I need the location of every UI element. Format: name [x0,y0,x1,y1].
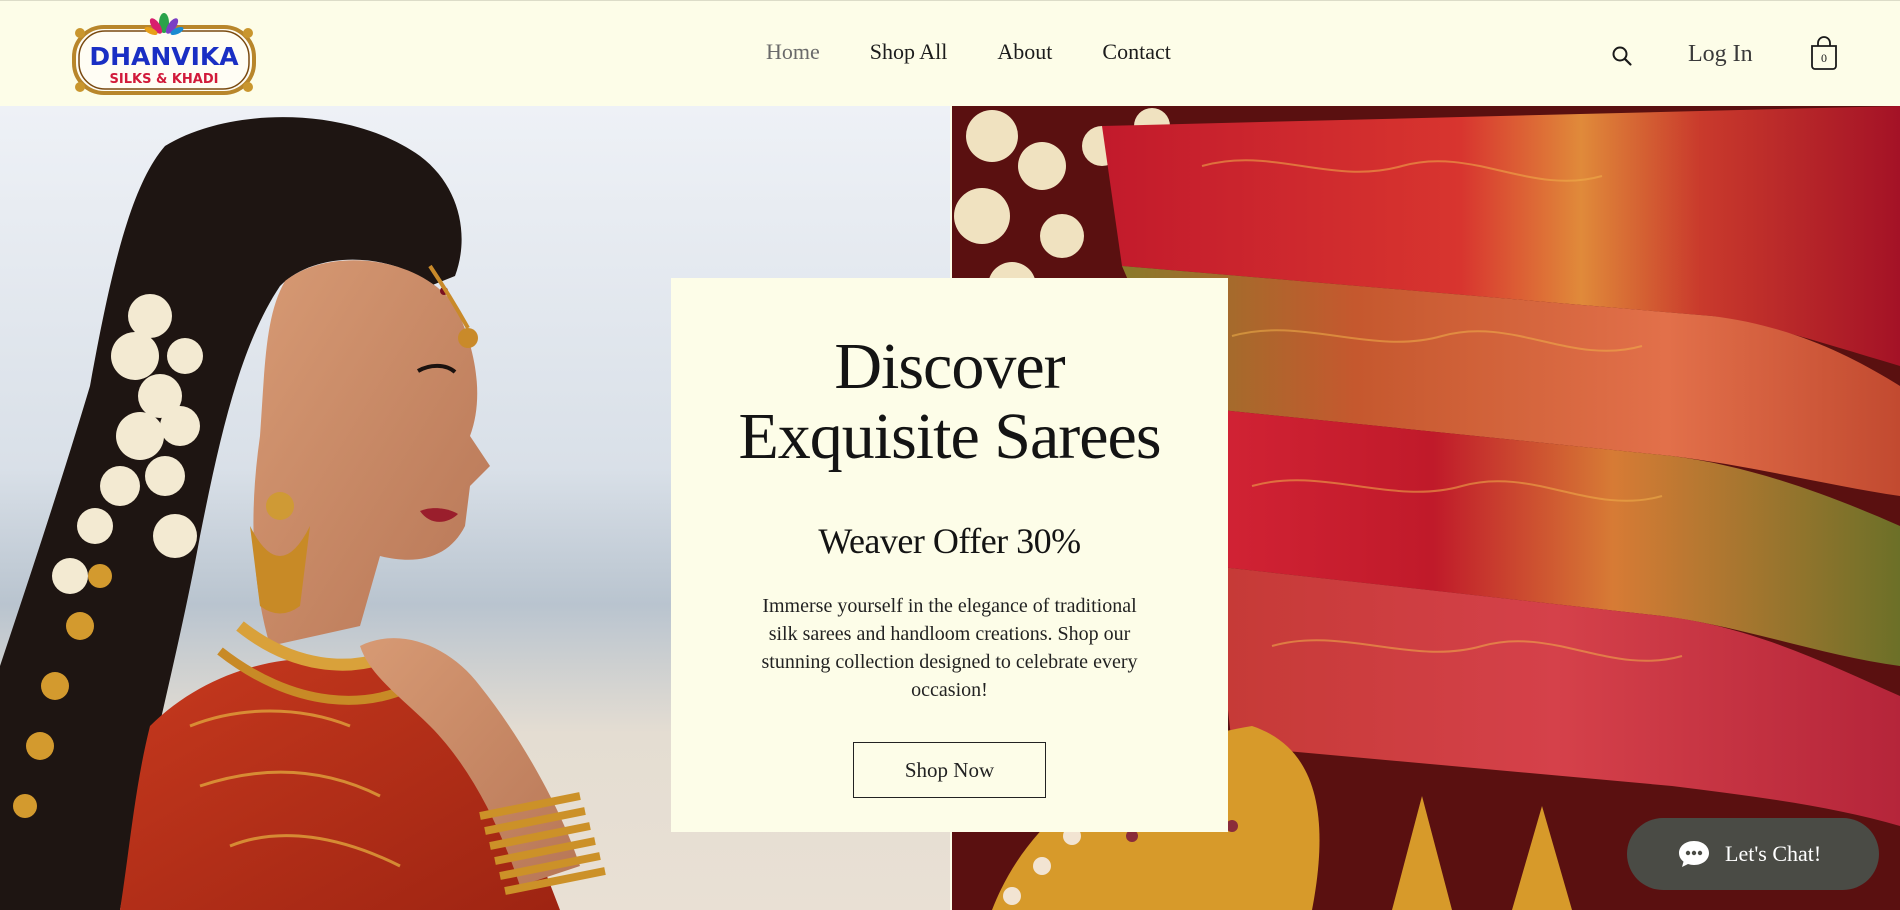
site-header: DHANVIKA SILKS & KHADI Home Shop All Abo… [0,0,1900,106]
chat-label: Let's Chat! [1725,841,1822,866]
hero-title-line2: Exquisite Sarees [738,400,1161,473]
cart-count: 0 [1821,51,1827,65]
brand-logo[interactable]: DHANVIKA SILKS & KHADI [68,9,260,101]
search-icon[interactable] [1611,45,1633,67]
chat-bubble-icon [1679,841,1709,867]
hero-card: Discover Exquisite Sarees Weaver Offer 3… [671,278,1228,832]
main-nav: Home Shop All About Contact [766,39,1171,65]
chat-widget-button[interactable]: Let's Chat! [1627,818,1879,890]
hero-title-line1: Discover [834,330,1065,403]
nav-contact[interactable]: Contact [1102,39,1170,65]
hero-description: Immerse yourself in the elegance of trad… [761,595,1138,701]
nav-shop-all[interactable]: Shop All [870,39,948,65]
nav-home[interactable]: Home [766,39,820,65]
brand-name-line1: DHANVIKA [89,42,239,71]
hero-title: Discover Exquisite Sarees [671,332,1228,472]
brand-name-line2: SILKS & KHADI [110,72,219,87]
cart-icon[interactable]: 0 [1809,35,1839,71]
login-link[interactable]: Log In [1688,41,1753,68]
nav-about[interactable]: About [997,39,1052,65]
hero-subtitle: Weaver Offer 30% [818,521,1081,561]
shop-now-button[interactable]: Shop Now [853,742,1046,798]
